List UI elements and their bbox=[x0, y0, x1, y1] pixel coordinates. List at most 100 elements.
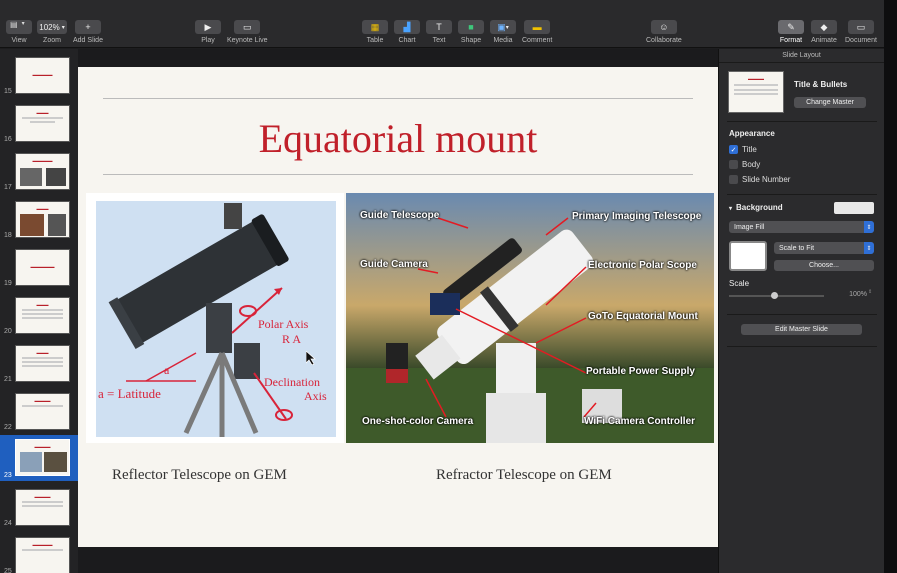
reflector-photo[interactable]: Polar Axis R A a a = Latitude Declinatio… bbox=[86, 193, 344, 443]
sidebar-icon: ▤ bbox=[10, 20, 18, 29]
slide-layout-thumbnail[interactable]: ▬▬▬▬ bbox=[728, 71, 784, 113]
keynote-live-icon: ▭ bbox=[242, 21, 252, 32]
text-button[interactable]: T Text bbox=[426, 20, 452, 44]
collaborate-label: Collaborate bbox=[646, 37, 682, 44]
mouse-cursor-icon bbox=[306, 351, 316, 365]
background-heading[interactable]: ▾ Background bbox=[729, 203, 783, 212]
refractor-photo[interactable]: Guide Telescope Primary Imaging Telescop… bbox=[346, 193, 714, 443]
play-button[interactable]: ▶ Play bbox=[195, 20, 221, 44]
slide-thumbnail[interactable]: ▬▬▬▬▬▬ 19 bbox=[0, 245, 78, 289]
ra-label: R A bbox=[282, 332, 302, 346]
document-icon: ▭ bbox=[856, 21, 866, 32]
keynote-live-button[interactable]: ▭ Keynote Live bbox=[227, 20, 267, 44]
stepper-icon[interactable]: ⇕ bbox=[868, 289, 874, 301]
scale-slider[interactable] bbox=[729, 292, 824, 299]
edit-master-slide-button[interactable]: Edit Master Slide bbox=[741, 324, 862, 335]
slide-thumbnail[interactable]: ▬▬▬ 16 bbox=[0, 101, 78, 145]
shape-button[interactable]: ■ Shape bbox=[458, 20, 484, 44]
top-rule bbox=[103, 98, 693, 99]
primary-imaging-telescope-label: Primary Imaging Telescope bbox=[572, 211, 702, 222]
slide-number: 24 bbox=[4, 520, 12, 527]
divider bbox=[727, 314, 877, 315]
checkbox-box bbox=[729, 175, 738, 184]
slide[interactable]: Equatorial mount Polar Axis R A a a = La… bbox=[78, 67, 718, 547]
chevron-down-icon: ▾ bbox=[21, 21, 25, 27]
add-slide-label: Add Slide bbox=[73, 37, 103, 44]
electronic-polar-scope-label: Electronic Polar Scope bbox=[588, 260, 697, 271]
fill-type-popup[interactable]: Image Fill ⇕ bbox=[729, 221, 874, 233]
checkbox-box bbox=[729, 160, 738, 169]
chevron-down-icon: ▾ bbox=[61, 24, 65, 31]
media-button[interactable]: ▣ ▾ Media bbox=[490, 20, 516, 44]
scale-value[interactable]: 100% bbox=[831, 289, 867, 301]
text-label: Text bbox=[432, 37, 446, 44]
slide-number: 15 bbox=[4, 88, 12, 95]
slide-number: 18 bbox=[4, 232, 12, 239]
slide-number: 25 bbox=[4, 568, 12, 573]
view-button[interactable]: ▤ ▾ View bbox=[6, 20, 32, 44]
appearance-heading: Appearance bbox=[729, 129, 775, 138]
document-button[interactable]: ▭ Document bbox=[845, 20, 877, 44]
background-color-well[interactable] bbox=[834, 202, 874, 214]
media-icon: ▣ bbox=[497, 21, 506, 32]
guide-telescope-label: Guide Telescope bbox=[360, 210, 440, 221]
title-checkbox[interactable]: ✓ Title bbox=[729, 145, 757, 154]
wifi-camera-controller-label: WiFi Camera Controller bbox=[584, 416, 696, 427]
format-label: Format bbox=[779, 37, 803, 44]
table-icon: ▦ bbox=[370, 21, 380, 32]
left-caption[interactable]: Reflector Telescope on GEM bbox=[112, 467, 287, 484]
image-fill-preview[interactable] bbox=[729, 241, 767, 271]
slider-knob[interactable] bbox=[771, 292, 778, 299]
collaborate-icon: ☺ bbox=[659, 22, 669, 32]
slide-number-checkbox[interactable]: Slide Number bbox=[729, 175, 790, 184]
slide-thumbnail[interactable]: ▬▬▬▬▬ 17 bbox=[0, 149, 78, 193]
slide-number: 22 bbox=[4, 424, 12, 431]
slide-navigator: ▬▬▬▬▬ 15 ▬▬▬ 16 ▬▬▬▬▬ 17 ▬▬▬ 18 ▬▬▬▬▬▬ 1… bbox=[0, 49, 78, 573]
one-shot-color-camera-label: One-shot-color Camera bbox=[362, 416, 474, 427]
animate-icon: ◆ bbox=[820, 21, 828, 32]
paintbrush-icon: ✎ bbox=[787, 21, 795, 32]
slide-thumbnail[interactable]: ▬▬▬ 18 bbox=[0, 197, 78, 241]
right-caption[interactable]: Refractor Telescope on GEM bbox=[436, 467, 612, 484]
format-button[interactable]: ✎ Format bbox=[778, 20, 804, 44]
choose-button[interactable]: Choose... bbox=[774, 260, 874, 271]
guide-camera-label: Guide Camera bbox=[360, 259, 428, 270]
media-label: Media bbox=[493, 37, 513, 44]
play-icon: ▶ bbox=[204, 21, 212, 32]
slide-canvas[interactable]: Equatorial mount Polar Axis R A a a = La… bbox=[78, 49, 718, 573]
table-button[interactable]: ▦ Table bbox=[362, 20, 388, 44]
body-checkbox[interactable]: Body bbox=[729, 160, 760, 169]
divider bbox=[727, 346, 877, 347]
zoom-value: 102% bbox=[39, 22, 60, 32]
plus-icon: + bbox=[85, 22, 91, 32]
scale-mode-popup[interactable]: Scale to Fit ⇕ bbox=[774, 242, 874, 254]
collaborate-button[interactable]: ☺ Collaborate bbox=[646, 20, 682, 44]
slide-thumbnail[interactable]: ▬▬▬ 20 bbox=[0, 293, 78, 337]
scale-mode-value: Scale to Fit bbox=[779, 244, 815, 252]
change-master-button[interactable]: Change Master bbox=[794, 97, 866, 108]
comment-button[interactable]: ▬ Comment bbox=[522, 20, 552, 44]
shape-icon: ■ bbox=[468, 22, 474, 32]
slide-thumbnail[interactable]: ▬▬▬ 21 bbox=[0, 341, 78, 385]
chevron-updown-icon: ⇕ bbox=[864, 221, 874, 233]
slide-number-checkbox-label: Slide Number bbox=[742, 175, 791, 184]
chevron-updown-icon: ⇕ bbox=[864, 242, 874, 254]
document-label: Document bbox=[845, 37, 877, 44]
slide-thumbnail-selected[interactable]: ▬▬▬▬ 23 bbox=[0, 435, 78, 481]
declination-label: Declination bbox=[264, 375, 320, 389]
divider bbox=[727, 194, 877, 195]
animate-button[interactable]: ◆ Animate bbox=[811, 20, 837, 44]
chevron-down-icon: ▾ bbox=[505, 24, 509, 31]
play-label: Play bbox=[201, 37, 215, 44]
chart-button[interactable]: ▟ Chart bbox=[394, 20, 420, 44]
window-edge bbox=[884, 0, 897, 573]
slide-thumbnail[interactable]: ▬▬▬▬▬ 15 bbox=[0, 53, 78, 97]
slide-number: 16 bbox=[4, 136, 12, 143]
add-slide-button[interactable]: + Add Slide bbox=[73, 20, 103, 44]
slide-thumbnail[interactable]: ▬▬▬▬▬ 25 bbox=[0, 533, 78, 573]
text-icon: T bbox=[436, 22, 442, 32]
zoom-menu[interactable]: 102% ▾ Zoom bbox=[37, 20, 67, 44]
slide-thumbnail[interactable]: ▬▬▬▬ 22 bbox=[0, 389, 78, 433]
slide-title[interactable]: Equatorial mount bbox=[78, 115, 718, 162]
slide-thumbnail[interactable]: ▬▬▬▬ 24 bbox=[0, 485, 78, 529]
